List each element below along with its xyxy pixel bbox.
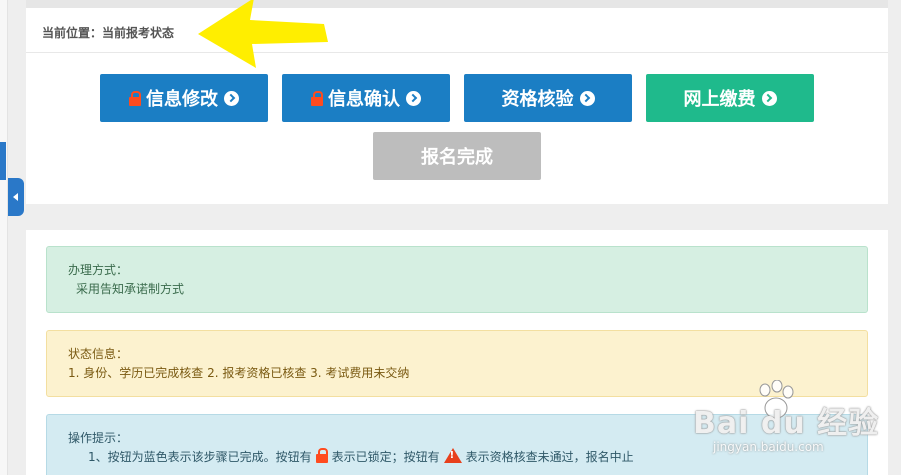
step-button-qualification[interactable]: 资格核验 — [464, 74, 632, 122]
alert-method: 办理方式： 采用告知承诺制方式 — [46, 246, 868, 313]
alert-title: 状态信息： — [68, 347, 129, 361]
baidu-watermark: Bai du 经验 jingyan.baidu.com — [683, 378, 893, 473]
lock-icon — [315, 448, 328, 463]
status-panel: 当前位置：当前报考状态 信息修改 信息确认 资格核验 网上缴费 报名完成 — [26, 8, 888, 204]
arrow-right-circle-icon — [579, 90, 595, 106]
step-button-info-edit[interactable]: 信息修改 — [100, 74, 268, 122]
step-label: 资格核验 — [501, 89, 574, 110]
step-label: 报名完成 — [421, 147, 493, 168]
step-buttons-row-2: 报名完成 — [373, 132, 541, 180]
breadcrumb-current: 当前报考状态 — [102, 26, 175, 40]
alert-content: 采用告知承诺制方式 — [76, 282, 185, 296]
warning-icon — [443, 448, 462, 463]
top-edge — [26, 0, 888, 8]
step-label: 信息修改 — [146, 89, 218, 110]
lock-icon — [129, 90, 141, 106]
tip-text-suffix: 表示资格核查未通过，报名中止 — [465, 450, 634, 464]
step-label: 网上缴费 — [683, 89, 756, 110]
yellow-pointer-arrow — [198, 0, 328, 68]
breadcrumb-label: 当前位置： — [42, 26, 103, 40]
tip-text-prefix: 1、按钮为蓝色表示该步骤已完成。按钮有 — [88, 450, 312, 464]
arrow-right-circle-icon — [224, 90, 239, 106]
breadcrumb: 当前位置：当前报考状态 — [26, 8, 888, 53]
watermark-url: jingyan.baidu.com — [713, 440, 824, 454]
step-label: 信息确认 — [328, 89, 400, 110]
lock-icon — [311, 90, 323, 106]
left-sidebar-strip — [0, 0, 8, 475]
step-button-complete[interactable]: 报名完成 — [373, 132, 541, 180]
sidebar-collapse-toggle[interactable] — [8, 178, 24, 216]
step-button-payment[interactable]: 网上缴费 — [646, 74, 814, 122]
sidebar-active-indicator — [0, 142, 6, 180]
alert-title: 办理方式： — [68, 263, 129, 277]
arrow-right-circle-icon — [406, 90, 421, 106]
step-button-info-confirm[interactable]: 信息确认 — [282, 74, 450, 122]
tip-text-mid: 表示已锁定；按钮有 — [331, 450, 440, 464]
arrow-right-circle-icon — [761, 90, 777, 106]
step-buttons-row: 信息修改 信息确认 资格核验 网上缴费 — [100, 74, 814, 122]
watermark-brand: Bai du 经验 — [693, 406, 880, 441]
